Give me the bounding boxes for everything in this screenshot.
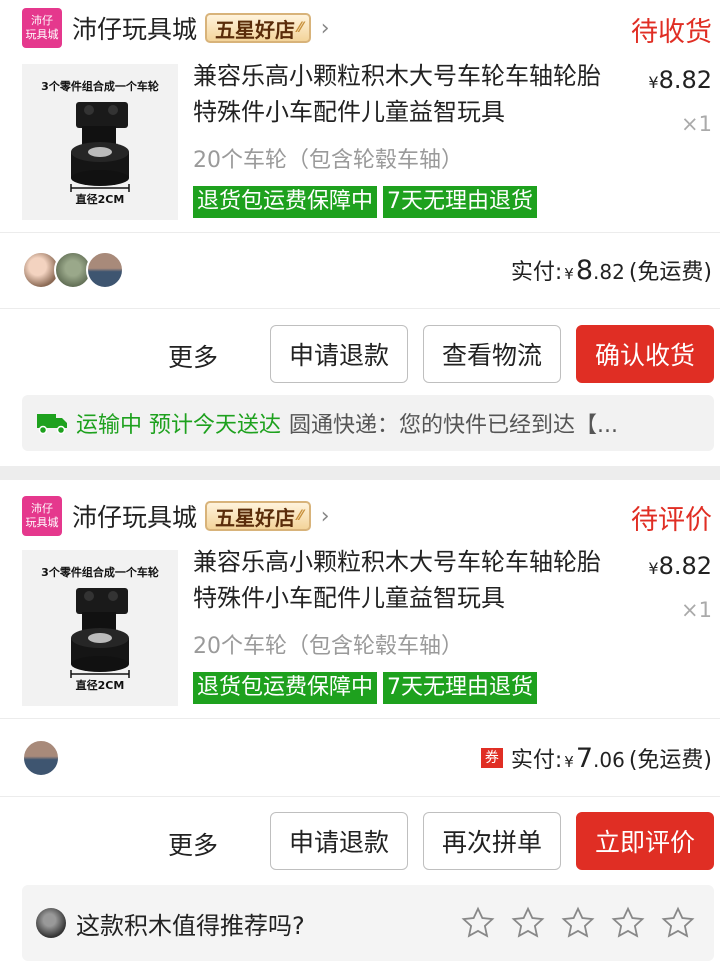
divider [0,796,720,797]
review-question: 这款积木值得推荐吗? [76,911,305,940]
service-tags: 退货包运费保障中 7天无理由退货 [193,186,538,218]
chevron-right-icon[interactable]: › [321,16,330,41]
image-diameter: 直径2CM [75,679,125,692]
price-value: 8.82 [658,552,712,580]
paid-dec: .82 [593,260,625,284]
tag-return-shipping: 退货包运费保障中 [193,672,378,704]
star-rating[interactable] [460,905,696,941]
divider [0,308,720,309]
badge-deco-icon: ⁄⁄ [298,20,303,36]
avatar [36,908,66,938]
paid-label: 实付: [510,260,563,285]
order-card-1: 沛仔 玩具城 沛仔玩具城 五星好店 ⁄⁄ › 待收货 3个零件组合成一个车轮 直… [0,0,720,466]
review-now-button[interactable]: 立即评价 [576,812,714,870]
group-avatars [22,739,60,777]
price-currency: ¥ [648,559,659,578]
product-image[interactable]: 3个零件组合成一个车轮 直径2CM [22,64,178,220]
product-qty: ×1 [681,598,712,622]
confirm-receipt-button[interactable]: 确认收货 [576,325,714,383]
service-tags: 退货包运费保障中 7天无理由退货 [193,672,538,704]
refund-button[interactable]: 申请退款 [270,325,408,383]
paid-currency: ¥ [564,753,574,771]
avatar [86,251,124,289]
refund-button[interactable]: 申请退款 [270,812,408,870]
logistics-status: 运输中 预计今天送达 [76,413,281,438]
order-status: 待收货 [631,17,712,48]
logistics-bar[interactable]: 运输中 预计今天送达 圆通快递：您的快件已经到达【... [22,395,714,451]
order-card-2: 沛仔 玩具城 沛仔玩具城 五星好店 ⁄⁄ › 待评价 3个零件组合成一个车轮 直… [0,480,720,966]
avatar [22,739,60,777]
review-prompt: 这款积木值得推荐吗? [22,885,714,961]
badge-label: 五星好店 [215,505,296,530]
shop-logo-text: 玩具城 [25,28,59,41]
view-logistics-button[interactable]: 查看物流 [423,325,561,383]
rebuy-button[interactable]: 再次拼单 [423,812,561,870]
star-icon[interactable] [660,905,696,941]
more-button[interactable]: 更多 [168,338,218,374]
product-price: ¥8.82 [648,66,712,94]
product-image[interactable]: 3个零件组合成一个车轮 直径2CM [22,550,178,706]
logistics-detail: 圆通快递：您的快件已经到达【... [289,413,618,438]
tag-7day-return: 7天无理由退货 [383,672,538,704]
shop-logo-text: 玩具城 [25,516,59,529]
order-status: 待评价 [631,505,712,536]
coupon-badge: 券 [480,748,503,768]
shop-header[interactable]: 沛仔 玩具城 沛仔玩具城 五星好店 ⁄⁄ › [22,8,330,48]
paid-int: 8 [575,255,594,286]
tag-return-shipping: 退货包运费保障中 [193,186,378,218]
shop-header[interactable]: 沛仔 玩具城 沛仔玩具城 五星好店 ⁄⁄ › [22,496,330,536]
paid-dec: .06 [593,748,625,772]
star-icon[interactable] [560,905,596,941]
product-qty: ×1 [681,112,712,136]
truck-icon [37,414,67,435]
star-icon[interactable] [610,905,646,941]
price-currency: ¥ [648,73,659,92]
product-spec: 20个车轮（包含轮毂车轴） [193,634,463,659]
product-title[interactable]: 兼容乐高小颗粒积木大号车轮车轴轮胎特殊件小车配件儿童益智玩具 [193,58,613,130]
image-diameter: 直径2CM [75,193,125,206]
shop-logo[interactable]: 沛仔 玩具城 [22,496,62,536]
tag-7day-return: 7天无理由退货 [383,186,538,218]
five-star-shop-badge: 五星好店 ⁄⁄ [205,13,311,43]
badge-deco-icon: ⁄⁄ [298,508,303,524]
shipping-note: (免运费) [628,748,712,773]
five-star-shop-badge: 五星好店 ⁄⁄ [205,501,311,531]
paid-label: 实付: [510,748,563,773]
price-value: 8.82 [658,66,712,94]
shop-logo[interactable]: 沛仔 玩具城 [22,8,62,48]
product-title[interactable]: 兼容乐高小颗粒积木大号车轮车轴轮胎特殊件小车配件儿童益智玩具 [193,544,613,616]
shipping-note: (免运费) [628,260,712,285]
paid-amount: 实付: ¥ 8 .82 (免运费) [511,254,712,286]
shop-name[interactable]: 沛仔玩具城 [72,498,197,534]
paid-amount: 券 实付: ¥ 7 .06 (免运费) [480,742,712,774]
paid-int: 7 [575,743,594,774]
paid-currency: ¥ [564,265,574,283]
star-icon[interactable] [460,905,496,941]
product-spec: 20个车轮（包含轮毂车轴） [193,148,463,173]
badge-label: 五星好店 [215,17,296,42]
divider [0,232,720,233]
chevron-right-icon[interactable]: › [321,504,330,529]
product-price: ¥8.82 [648,552,712,580]
more-button[interactable]: 更多 [168,826,218,862]
divider [0,718,720,719]
star-icon[interactable] [510,905,546,941]
group-avatars [22,251,124,289]
shop-logo-text: 沛仔 [31,14,53,27]
shop-logo-text: 沛仔 [31,502,53,515]
shop-name[interactable]: 沛仔玩具城 [72,10,197,46]
